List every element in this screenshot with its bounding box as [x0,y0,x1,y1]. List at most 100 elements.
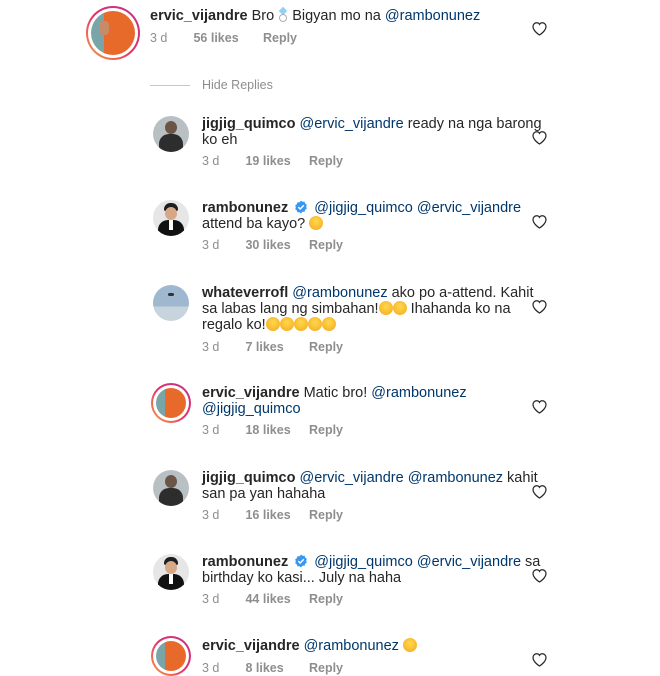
avatar[interactable] [153,200,189,236]
avatar[interactable] [151,636,191,676]
comment-meta: 3 d 18 likes Reply [202,423,343,437]
reply-button[interactable]: Reply [309,592,343,606]
heart-icon[interactable] [531,21,548,36]
mention-link[interactable]: @jigjig_quimco [314,200,413,216]
mention-link[interactable]: @rambonunez [385,8,480,24]
heart-eyes-icon [293,317,308,331]
mention-link[interactable]: @rambonunez [292,285,387,301]
heart-eyes-icon [392,301,407,315]
likes-count[interactable]: 8 likes [245,661,305,675]
diamond-ring-icon [278,6,288,22]
comment-body: ako po a-attend. Kahit [387,285,534,301]
heart-eyes-icon [279,317,294,331]
reply-button[interactable]: Reply [263,31,297,45]
comment-text: jigjig_quimco @ervic_vijandre ready na n… [202,116,542,148]
mention-link[interactable]: @jigjig_quimco [202,401,301,417]
likes-count[interactable]: 44 likes [245,592,305,606]
heart-icon[interactable] [531,130,548,145]
comment-text: ervic_vijandre @rambonunez [202,638,417,654]
laughing-face-icon [378,301,393,315]
comment-body: attend ba kayo? [202,216,310,232]
comment-username[interactable]: whateverrofl [202,285,288,301]
heart-icon[interactable] [531,652,548,667]
mention-link[interactable]: @jigjig_quimco [314,554,413,570]
avatar[interactable] [153,285,189,321]
comment-meta: 3 d 8 likes Reply [202,661,343,675]
comment-body: birthday ko kasi... July na haha [202,570,402,586]
timestamp: 3 d [202,508,220,522]
reply-button[interactable]: Reply [309,423,343,437]
likes-count[interactable]: 18 likes [245,423,305,437]
comment-body: ready na nga barong [403,116,542,132]
timestamp: 3 d [202,661,220,675]
reply-button[interactable]: Reply [309,238,343,252]
comment-body: Matic bro! [303,385,372,401]
mention-link[interactable]: @ervic_vijandre [417,554,521,570]
avatar[interactable] [153,116,189,152]
heart-eyes-icon [265,317,280,331]
comment-meta: 3 d 30 likes Reply [202,238,343,252]
likes-count[interactable]: 56 likes [193,31,259,45]
heart-icon[interactable] [531,568,548,583]
comment-username[interactable]: rambonunez [202,554,288,570]
mention-link[interactable]: @ervic_vijandre [299,470,403,486]
avatar[interactable] [153,554,189,590]
likes-count[interactable]: 16 likes [245,508,305,522]
comment-body: sa labas lang ng simbahan! [202,301,379,317]
avatar[interactable] [153,470,189,506]
comment-text: rambonunez @jigjig_quimco @ervic_vijandr… [202,200,521,232]
hide-replies-label: Hide Replies [202,78,273,92]
avatar[interactable] [151,383,191,423]
comment-meta: 3 d 56 likes Reply [150,31,297,45]
comment-meta: 3 d 44 likes Reply [202,592,343,606]
likes-count[interactable]: 30 likes [245,238,305,252]
reply-button[interactable]: Reply [309,340,343,354]
mention-link[interactable]: @rambonunez [371,385,466,401]
timestamp: 3 d [202,340,220,354]
reply-button[interactable]: Reply [309,508,343,522]
mention-link[interactable]: @rambonunez [304,638,399,654]
comment-meta: 3 d 16 likes Reply [202,508,343,522]
comment-text: ervic_vijandre Bro Bigyan mo na @rambonu… [150,6,480,24]
hide-replies-button[interactable]: Hide Replies [150,78,273,92]
heart-icon[interactable] [531,484,548,499]
verified-badge-icon [294,554,308,568]
comment-text: whateverrofl @rambonunez ako po a-attend… [202,285,534,333]
comment-text: ervic_vijandre Matic bro! @rambonunez @j… [202,385,467,417]
heart-icon[interactable] [531,214,548,229]
likes-count[interactable]: 7 likes [245,340,305,354]
comment-body: Bigyan mo na [288,8,385,24]
comment-username[interactable]: ervic_vijandre [202,638,300,654]
reply-button[interactable]: Reply [309,154,343,168]
mention-link[interactable]: @rambonunez [408,470,503,486]
timestamp: 3 d [202,238,220,252]
heart-icon[interactable] [531,299,548,314]
timestamp: 3 d [150,31,168,45]
comment-body: ko eh [202,132,238,148]
heart-icon[interactable] [531,399,548,414]
comment-text: jigjig_quimco @ervic_vijandre @rambonune… [202,470,538,502]
verified-badge-icon [294,200,308,214]
mention-link[interactable]: @ervic_vijandre [299,116,403,132]
avatar[interactable] [86,6,140,60]
comment-username[interactable]: rambonunez [202,200,288,216]
smiling-face-icon [309,216,324,230]
timestamp: 3 d [202,154,220,168]
mention-link[interactable]: @ervic_vijandre [417,200,521,216]
rofl-icon [402,638,417,652]
comment-username[interactable]: jigjig_quimco [202,470,295,486]
comment-body: san pa yan hahaha [202,486,326,502]
likes-count[interactable]: 19 likes [245,154,305,168]
comment-username[interactable]: ervic_vijandre [202,385,300,401]
comment-username[interactable]: jigjig_quimco [202,116,295,132]
divider [150,84,190,86]
comment-body: Bro [251,8,279,24]
comment-text: rambonunez @jigjig_quimco @ervic_vijandr… [202,554,540,586]
comment-username[interactable]: ervic_vijandre [150,8,248,24]
comment-body: regalo ko! [202,317,266,333]
heart-eyes-icon [321,317,336,331]
heart-eyes-icon [307,317,322,331]
timestamp: 3 d [202,592,220,606]
reply-button[interactable]: Reply [309,661,343,675]
comment-meta: 3 d 19 likes Reply [202,154,343,168]
